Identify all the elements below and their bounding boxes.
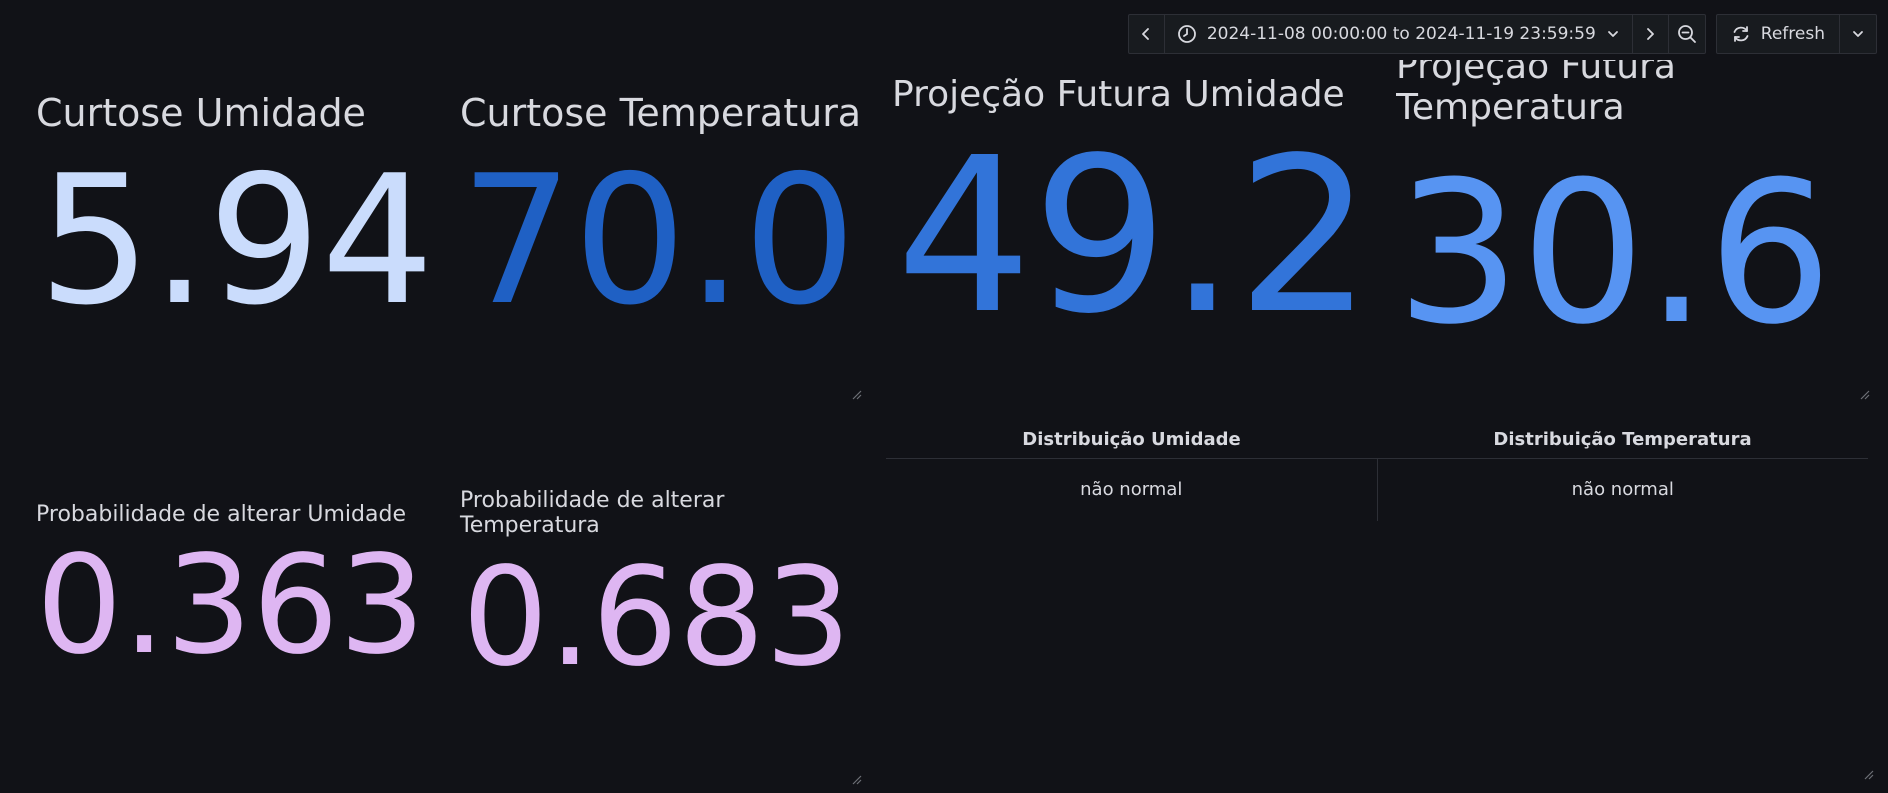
panel-title: Projeção Futura Temperatura [1396, 60, 1676, 129]
refresh-button[interactable]: Refresh [1717, 15, 1840, 53]
refresh-interval-dropdown[interactable] [1840, 15, 1876, 53]
panel-title: Probabilidade de alterar Temperatura [460, 488, 724, 539]
panel-title-line: Temperatura [1396, 87, 1625, 129]
chevron-left-icon [1139, 27, 1153, 41]
resize-handle[interactable] [850, 773, 862, 785]
stat-value: 0.683 [462, 539, 852, 697]
distribution-table: Distribuição Umidade Distribuição Temper… [886, 422, 1868, 521]
panel-curtose-umidade: Curtose Umidade 5.94 [0, 60, 440, 400]
clock-icon [1177, 24, 1197, 44]
chevron-down-icon [1851, 27, 1865, 41]
table-cell: não normal [1080, 479, 1183, 500]
zoom-out-icon [1677, 24, 1697, 44]
table-row: não normal não normal [886, 459, 1868, 521]
refresh-icon [1731, 24, 1751, 44]
chevron-down-icon [1606, 27, 1620, 41]
stat-value: 30.6 [1396, 140, 1833, 368]
panel-title: Probabilidade de alterar Umidade [36, 502, 406, 527]
refresh-label: Refresh [1760, 24, 1825, 44]
panel-curtose-temperatura: Curtose Temperatura 70.0 [440, 60, 866, 400]
resize-handle[interactable] [850, 388, 862, 400]
panel-projecao-umidade: Projeção Futura Umidade 49.2 [866, 60, 1396, 400]
table-header: Distribuição Umidade Distribuição Temper… [886, 422, 1868, 459]
panel-prob-umidade: Probabilidade de alterar Umidade 0.363 [0, 400, 440, 793]
stat-value: 49.2 [896, 112, 1373, 361]
refresh-group: Refresh [1715, 14, 1877, 54]
time-range-label: 2024-11-08 00:00:00 to 2024-11-19 23:59:… [1206, 24, 1596, 44]
panel-title: Projeção Futura Umidade [892, 74, 1345, 115]
time-toolbar: 2024-11-08 00:00:00 to 2024-11-19 23:59:… [1127, 14, 1877, 54]
column-header-distribuicao-umidade[interactable]: Distribuição Umidade [886, 422, 1377, 459]
panel-prob-temperatura: Probabilidade de alterar Temperatura 0.6… [440, 400, 866, 793]
chevron-right-icon [1643, 27, 1657, 41]
column-header-distribuicao-temperatura[interactable]: Distribuição Temperatura [1377, 422, 1868, 459]
time-range-picker-group: 2024-11-08 00:00:00 to 2024-11-19 23:59:… [1127, 14, 1706, 54]
time-range-back-button[interactable] [1129, 15, 1165, 53]
stat-value: 5.94 [38, 137, 435, 344]
resize-handle[interactable] [1858, 388, 1870, 400]
panel-title: Curtose Umidade [36, 91, 366, 135]
panel-title-line: Projeção Futura [1396, 60, 1676, 87]
panel-title-line: Temperatura [460, 513, 600, 539]
resize-handle[interactable] [1862, 768, 1874, 780]
stat-value: 70.0 [460, 137, 857, 344]
time-range-forward-button[interactable] [1633, 15, 1669, 53]
panel-projecao-temperatura: Projeção Futura Temperatura 30.6 [1396, 60, 1876, 400]
zoom-out-button[interactable] [1669, 15, 1705, 53]
panel-title: Curtose Temperatura [460, 91, 862, 135]
time-range-picker[interactable]: 2024-11-08 00:00:00 to 2024-11-19 23:59:… [1165, 15, 1633, 53]
table-cell: não normal [1376, 459, 1869, 521]
panel-title-line: Probabilidade de alterar [460, 488, 725, 513]
stat-value: 0.363 [36, 527, 426, 685]
